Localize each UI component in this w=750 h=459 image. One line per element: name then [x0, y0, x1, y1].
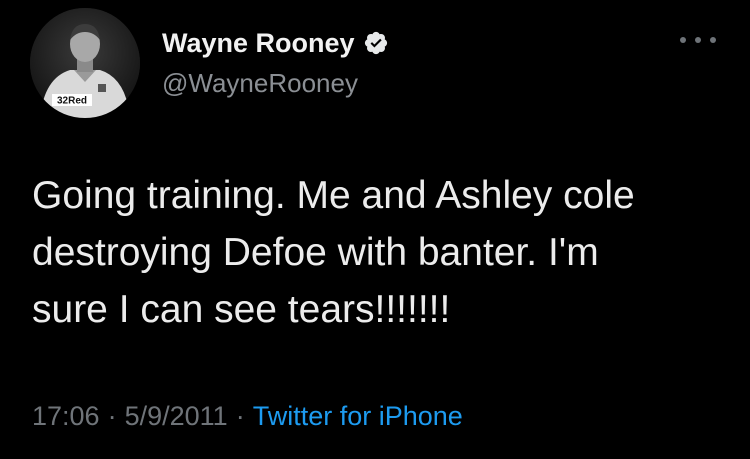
tweet-text-line: Going training. Me and Ashley cole: [32, 174, 635, 217]
meta-separator: ·: [107, 401, 117, 431]
avatar-sponsor-text: 32Red: [57, 96, 87, 107]
name-row: Wayne Rooney: [162, 26, 389, 60]
tweet-card: 32Red Wayne Rooney @WayneRooney Going tr…: [0, 0, 750, 459]
tweet-date[interactable]: 5/9/2011: [125, 401, 228, 432]
tweet-meta: 17:06 · 5/9/2011 · Twitter for iPhone: [32, 401, 463, 432]
tweet-source-link[interactable]: Twitter for iPhone: [253, 401, 463, 432]
avatar[interactable]: 32Red: [30, 8, 140, 118]
meta-separator: ·: [235, 401, 245, 431]
tweet-text-line: sure I can see tears!!!!!!!: [32, 288, 451, 331]
tweet-text: Going training. Me and Ashley cole destr…: [32, 167, 722, 338]
avatar-photo: 32Red: [30, 8, 140, 118]
user-handle[interactable]: @WayneRooney: [162, 68, 358, 99]
verified-badge-icon: [363, 30, 389, 56]
more-options-icon[interactable]: [680, 30, 716, 50]
tweet-text-line: destroying Defoe with banter. I'm: [32, 231, 599, 274]
tweet-time[interactable]: 17:06: [32, 401, 100, 432]
display-name[interactable]: Wayne Rooney: [162, 28, 355, 59]
